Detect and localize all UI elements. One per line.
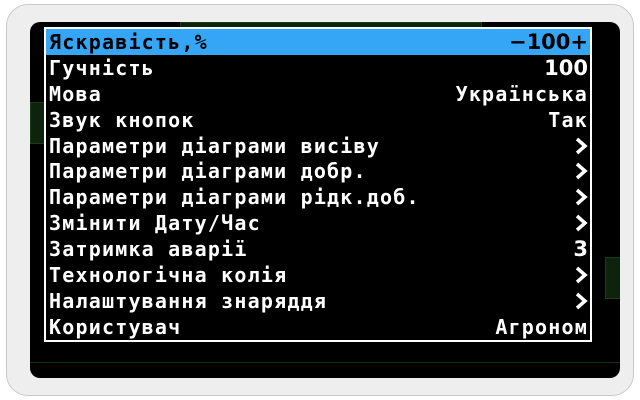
chevron-right-icon <box>574 161 588 181</box>
menu-item-seeding-chart-params[interactable]: Параметри діаграми висіву <box>46 133 590 159</box>
menu-item-tramline[interactable]: Технологічна колія <box>46 262 590 288</box>
menu-item-implement-settings[interactable]: Налаштування знаряддя <box>46 288 590 314</box>
chevron-right-icon <box>574 291 588 311</box>
menu-item-label: Мова <box>49 81 102 106</box>
menu-item-label: Параметри діаграми добр. <box>49 159 367 184</box>
background-footer-strip <box>30 362 620 377</box>
menu-item-change-date-time[interactable]: Змінити Дату/Час <box>46 210 590 236</box>
settings-menu: Яскравість,% −100+ Гучність 100 Мова Укр… <box>44 27 592 342</box>
chevron-right-icon <box>574 265 588 285</box>
menu-item-button-sound[interactable]: Звук кнопок Так <box>46 107 590 133</box>
menu-item-label: Параметри діаграми рідк.доб. <box>49 185 420 210</box>
menu-item-label: Звук кнопок <box>49 107 195 132</box>
menu-item-label: Технологічна колія <box>49 262 288 287</box>
menu-item-value: 100 <box>544 55 588 80</box>
menu-item-label: Користувач <box>49 314 182 339</box>
menu-item-label: Яскравість,% <box>49 29 208 54</box>
menu-item-fertilizer-chart-params[interactable]: Параметри діаграми добр. <box>46 158 590 184</box>
background-side-panel-right <box>605 257 620 299</box>
menu-item-liquid-fertilizer-chart-params[interactable]: Параметри діаграми рідк.доб. <box>46 184 590 210</box>
menu-item-label: Налаштування знаряддя <box>49 288 328 313</box>
menu-item-value: Українська <box>455 81 588 106</box>
menu-item-volume[interactable]: Гучність 100 <box>46 55 590 81</box>
menu-item-user[interactable]: Користувач Агроном <box>46 314 590 340</box>
menu-item-label: Параметри діаграми висіву <box>49 133 381 158</box>
brightness-stepper-value[interactable]: −100+ <box>509 30 588 54</box>
menu-item-label: Гучність <box>49 55 155 80</box>
menu-item-value: 3 <box>573 237 588 262</box>
chevron-right-icon <box>574 213 588 233</box>
chevron-right-icon <box>574 136 588 156</box>
menu-item-alarm-delay[interactable]: Затримка аварії 3 <box>46 236 590 262</box>
menu-item-label: Затримка аварії <box>49 237 248 262</box>
menu-item-value: Так <box>548 107 588 132</box>
menu-item-label: Змінити Дату/Час <box>49 211 261 236</box>
menu-item-brightness[interactable]: Яскравість,% −100+ <box>46 29 590 55</box>
menu-item-value: Агроном <box>495 314 588 339</box>
menu-item-language[interactable]: Мова Українська <box>46 81 590 107</box>
chevron-right-icon <box>574 187 588 207</box>
